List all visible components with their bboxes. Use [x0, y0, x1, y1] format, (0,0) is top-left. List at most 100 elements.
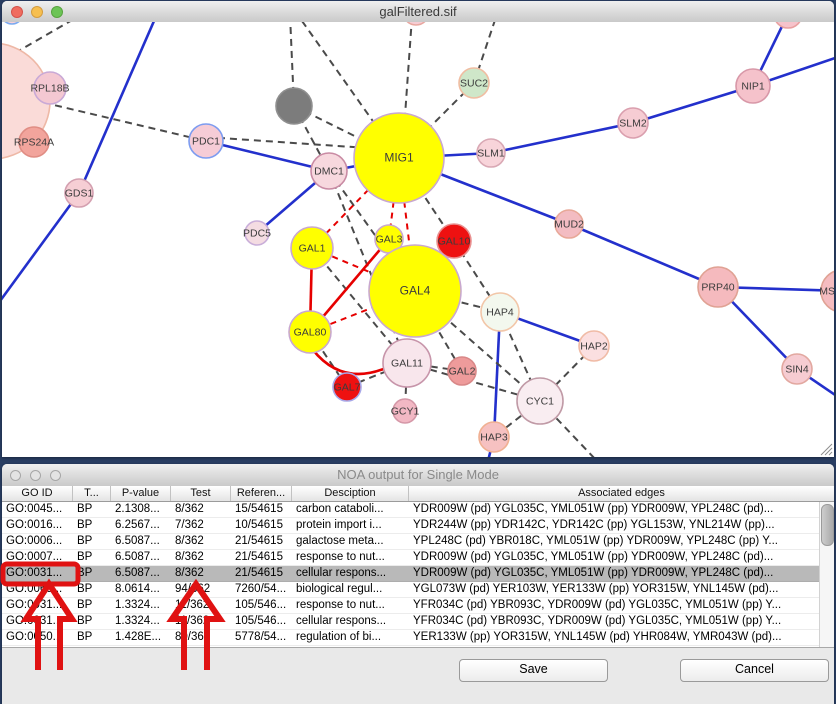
table-row-0[interactable]: GO:0045...BP2.1308...8/36215/54615carbon…	[2, 502, 819, 518]
cell: 21/54615	[231, 566, 292, 581]
cell: GO:0006...	[2, 534, 73, 549]
column-header-5[interactable]: Desciption	[292, 486, 409, 501]
noa-window-titlebar[interactable]: NOA output for Single Mode	[2, 464, 834, 487]
cell: BP	[73, 534, 111, 549]
node-HAP4[interactable]	[481, 293, 519, 331]
node-SUC2[interactable]	[459, 68, 489, 98]
table-row-7[interactable]: GO:0031...BP1.3324...11/362105/546...cel…	[2, 614, 819, 630]
column-header-3[interactable]: Test	[171, 486, 231, 501]
node-MSL1[interactable]	[821, 270, 834, 312]
cell: 1.428E...	[111, 630, 171, 645]
node-GCY1[interactable]	[393, 399, 417, 423]
node-top-cut[interactable]	[403, 22, 429, 25]
cell: 1.3324...	[111, 614, 171, 629]
cell: 6.5087...	[111, 534, 171, 549]
network-graph-svg: RPL18BRPS24AGDS1PDC1PDC5DMC1MIG1SLM1SUC2…	[2, 22, 834, 457]
scrollbar-thumb[interactable]	[821, 504, 834, 546]
cell: GO:0031...	[2, 614, 73, 629]
cell: YDR244W (pp) YDR142C, YDR142C (pp) YGL15…	[409, 518, 819, 533]
node-GAL1[interactable]	[291, 227, 333, 269]
edge-blue[interactable]	[633, 86, 753, 123]
vertical-scrollbar[interactable]	[819, 502, 834, 647]
edge-blue[interactable]	[206, 141, 329, 171]
column-header-0[interactable]: GO ID	[2, 486, 73, 501]
edge-blue[interactable]	[2, 193, 79, 301]
node-GAL7[interactable]	[333, 373, 361, 401]
node-GDS1[interactable]	[65, 179, 93, 207]
cell: YDR009W (pd) YGL035C, YML051W (pp) YDR00…	[409, 550, 819, 565]
node-RPL18B[interactable]	[34, 72, 66, 104]
table-row-4[interactable]: GO:0031...BP6.5087...8/36221/54615cellul…	[2, 566, 819, 582]
node-SIN4[interactable]	[782, 354, 812, 384]
cell: BP	[73, 502, 111, 517]
table-row-8[interactable]: GO:0050...BP1.428E...80/3625778/54...reg…	[2, 630, 819, 646]
table-row-2[interactable]: GO:0006...BP6.5087...8/36221/54615galact…	[2, 534, 819, 550]
network-window-titlebar[interactable]: galFiltered.sif	[2, 1, 834, 23]
node-NIP1[interactable]	[736, 69, 770, 103]
edge-gray[interactable]	[15, 22, 74, 53]
column-header-1[interactable]: T...	[73, 486, 111, 501]
node-topright-cut[interactable]	[774, 22, 802, 28]
cell: BP	[73, 566, 111, 581]
cell: 94/362	[171, 582, 231, 597]
cell: GO:0050...	[2, 630, 73, 645]
table-row-3[interactable]: GO:0007...BP6.5087...8/36221/54615respon…	[2, 550, 819, 566]
network-canvas[interactable]: RPL18BRPS24AGDS1PDC1PDC5DMC1MIG1SLM1SUC2…	[2, 22, 834, 457]
node-DMC1[interactable]	[311, 153, 347, 189]
node-PRP40[interactable]	[698, 267, 738, 307]
table-row-6[interactable]: GO:0031...BP1.3324...11/362105/546...res…	[2, 598, 819, 614]
table-row-1[interactable]: GO:0016...BP6.2567...7/36210/54615protei…	[2, 518, 819, 534]
table-body: GO:0045...BP2.1308...8/36215/54615carbon…	[2, 502, 819, 647]
node-HAP2[interactable]	[579, 331, 609, 361]
node-CYC1[interactable]	[517, 378, 563, 424]
cell: 15/54615	[231, 502, 292, 517]
cell: BP	[73, 630, 111, 645]
cell: GO:0065...	[2, 582, 73, 597]
edge-blue[interactable]	[569, 224, 718, 287]
node-topleft-cut[interactable]	[2, 22, 23, 24]
node-RPS24A[interactable]	[19, 127, 49, 157]
cell: YDR009W (pd) YGL035C, YML051W (pp) YDR00…	[409, 566, 819, 581]
cell: BP	[73, 598, 111, 613]
resize-grip[interactable]	[818, 441, 833, 456]
column-header-2[interactable]: P-value	[111, 486, 171, 501]
cell: GO:0007...	[2, 550, 73, 565]
node-GAL2[interactable]	[448, 357, 476, 385]
node-GAL80[interactable]	[289, 311, 331, 353]
node-PDC1[interactable]	[189, 124, 223, 158]
node-SLM2[interactable]	[618, 108, 648, 138]
node-GAL11[interactable]	[383, 339, 431, 387]
node-MIG1[interactable]	[354, 113, 444, 203]
noa-window-title: NOA output for Single Mode	[2, 464, 834, 486]
cell: YDR009W (pd) YGL035C, YML051W (pp) YDR00…	[409, 502, 819, 517]
table-row-5[interactable]: GO:0065...BP8.0614...94/3627260/54...bio…	[2, 582, 819, 598]
cell: 8/362	[171, 534, 231, 549]
cell: 105/546...	[231, 598, 292, 613]
cell: GO:0016...	[2, 518, 73, 533]
node-SLM1[interactable]	[477, 139, 505, 167]
network-window-title: galFiltered.sif	[2, 1, 834, 22]
cell: 2.1308...	[111, 502, 171, 517]
column-header-6[interactable]: Associated edges	[409, 486, 834, 501]
cell: regulation of bi...	[292, 630, 409, 645]
node-PDC5[interactable]	[245, 221, 269, 245]
cell: carbon cataboli...	[292, 502, 409, 517]
cell: biological regul...	[292, 582, 409, 597]
cell: 21/54615	[231, 550, 292, 565]
cell: YFR034C (pd) YBR093C, YDR009W (pd) YGL03…	[409, 598, 819, 613]
node-MUD2[interactable]	[555, 210, 583, 238]
save-button[interactable]: Save	[459, 659, 608, 682]
cell: 7260/54...	[231, 582, 292, 597]
cancel-button[interactable]: Cancel	[680, 659, 829, 682]
edge-blue[interactable]	[79, 22, 154, 193]
cell: 7/362	[171, 518, 231, 533]
cell: GO:0045...	[2, 502, 73, 517]
node-HAP3[interactable]	[479, 422, 509, 452]
cell: YER133W (pp) YOR315W, YNL145W (pd) YHR08…	[409, 630, 819, 645]
edge-blue[interactable]	[491, 123, 633, 153]
column-header-4[interactable]: Referen...	[231, 486, 292, 501]
node-GAL4[interactable]	[369, 245, 461, 337]
node-gray-node[interactable]	[276, 88, 312, 124]
cell: 8.0614...	[111, 582, 171, 597]
cell: 105/546...	[231, 614, 292, 629]
